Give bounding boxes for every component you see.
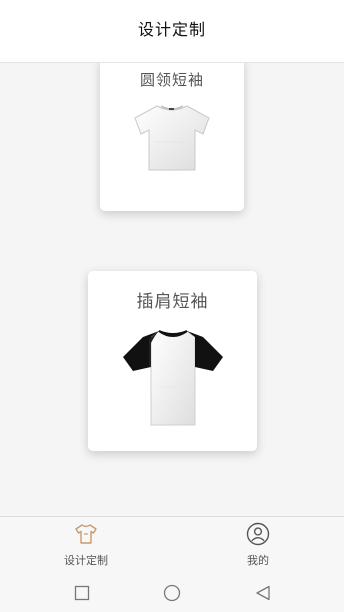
tab-design-custom[interactable]: 设计定制 [0,517,172,574]
home-icon[interactable] [163,584,181,602]
app-header: 设计定制 [0,0,344,63]
tshirt-icon [75,524,97,544]
product-title: 圆领短袖 [139,71,204,89]
product-title: 插肩短袖 [136,292,209,312]
bottom-tab-bar: 设计定制 我的 [0,516,344,574]
user-icon [246,522,270,546]
tab-label: 我的 [247,554,269,567]
product-card-crew-neck[interactable]: 圆领短袖 [100,63,244,211]
back-icon[interactable] [254,584,272,602]
tab-label: 设计定制 [64,554,108,567]
system-navigation-bar [0,574,344,612]
raglan-tshirt-image [122,330,223,426]
product-card-raglan[interactable]: 插肩短袖 [88,271,257,451]
page-title: 设计定制 [137,20,206,39]
crew-neck-tshirt-image [134,105,210,171]
product-list[interactable]: 圆领短袖 插肩短袖 [0,63,344,516]
tab-mine[interactable]: 我的 [172,517,344,574]
recent-apps-icon[interactable] [73,584,91,602]
app-screen: 设计定制 圆领短袖 插肩短袖 设计定制 我的 [0,0,344,612]
